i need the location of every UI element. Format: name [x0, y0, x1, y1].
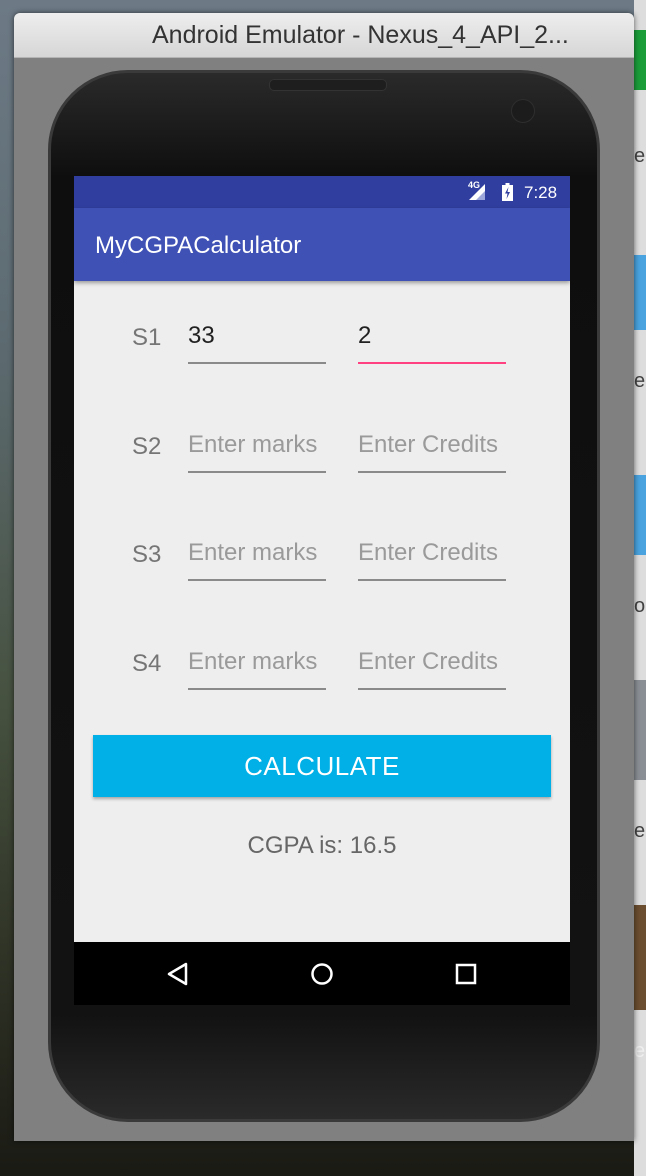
credits-value: 2 — [358, 322, 372, 349]
credits-placeholder: Enter Credits — [358, 431, 499, 458]
marks-input-s2[interactable]: Enter marks — [188, 429, 326, 473]
cgpa-result: CGPA is: 16.5 — [247, 832, 397, 859]
credits-placeholder: Enter Credits — [358, 539, 499, 566]
credits-input-s1[interactable]: 2 — [358, 320, 506, 364]
marks-placeholder: Enter marks — [188, 539, 318, 566]
window-titlebar[interactable]: Android Emulator - Nexus_4_API_2... — [14, 13, 634, 58]
marks-input-s3[interactable]: Enter marks — [188, 537, 326, 581]
speaker-grille — [269, 79, 387, 91]
app-bar: MyCGPACalculator — [74, 208, 570, 281]
recents-square-icon[interactable] — [451, 959, 481, 989]
navigation-bar — [74, 942, 570, 1005]
subject-row-s4: S4 Enter marks Enter Credits — [74, 646, 570, 696]
device-screen: 4G 7:28 MyCGPACalculator S1 33 2 S2 Ente… — [74, 176, 570, 1005]
status-time: 7:28 — [524, 183, 558, 202]
marks-value: 33 — [188, 322, 215, 349]
credits-input-s3[interactable]: Enter Credits — [358, 537, 506, 581]
marks-input-s1[interactable]: 33 — [188, 320, 326, 364]
credits-placeholder: Enter Credits — [358, 648, 499, 675]
home-circle-icon[interactable] — [307, 959, 337, 989]
back-triangle-icon[interactable] — [163, 959, 193, 989]
subject-label: S4 — [132, 650, 162, 677]
marks-placeholder: Enter marks — [188, 431, 318, 458]
subject-row-s2: S2 Enter marks Enter Credits — [74, 429, 570, 479]
app-title: MyCGPACalculator — [95, 232, 302, 259]
background-apps-strip: e e o e er — [634, 0, 646, 1176]
subject-row-s3: S3 Enter marks Enter Credits — [74, 537, 570, 587]
marks-input-s4[interactable]: Enter marks — [188, 646, 326, 690]
front-camera — [511, 99, 535, 123]
credits-input-s4[interactable]: Enter Credits — [358, 646, 506, 690]
subject-label: S1 — [132, 324, 162, 351]
window-title: Android Emulator - Nexus_4_API_2... — [152, 21, 569, 49]
subject-label: S3 — [132, 541, 162, 568]
signal-icon — [469, 184, 485, 200]
credits-input-s2[interactable]: Enter Credits — [358, 429, 506, 473]
battery-charging-icon — [502, 183, 513, 201]
status-bar: 4G 7:28 — [74, 176, 570, 208]
subject-row-s1: S1 33 2 — [74, 320, 570, 370]
marks-placeholder: Enter marks — [188, 648, 318, 675]
subject-label: S2 — [132, 433, 162, 460]
calculate-button[interactable]: CALCULATE — [93, 735, 551, 797]
